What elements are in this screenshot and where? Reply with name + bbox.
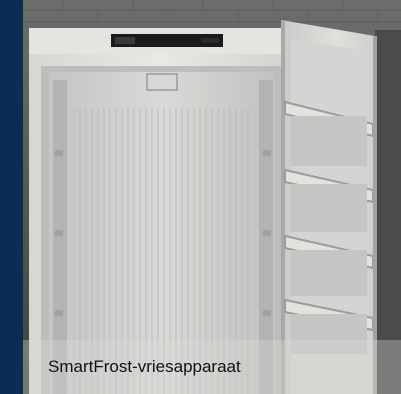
product-caption: SmartFrost-vriesapparaat xyxy=(48,357,241,376)
product-photo xyxy=(23,0,401,394)
product-card: SmartFrost-vriesapparaat xyxy=(0,0,401,394)
freezer-image xyxy=(23,0,401,394)
